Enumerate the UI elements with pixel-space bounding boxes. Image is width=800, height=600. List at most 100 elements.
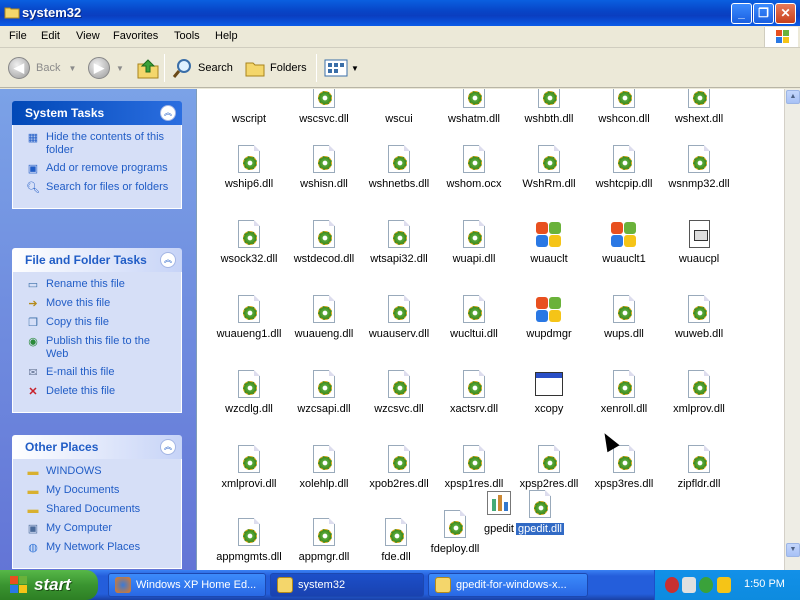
hide-contents-link[interactable]: ▦ Hide the contents of this folder [25, 131, 173, 157]
place-my-computer[interactable]: ▣ My Computer [25, 522, 173, 536]
file-item[interactable]: wsnmp32.dll [659, 144, 739, 190]
folders-button[interactable]: Folders [244, 56, 307, 80]
file-item[interactable]: wuauserv.dll [359, 294, 439, 340]
email-link[interactable]: ✉ E-mail this file [25, 366, 173, 380]
dll-file-icon [233, 144, 265, 176]
file-item[interactable]: xenroll.dll [584, 369, 664, 415]
file-item[interactable]: wshom.ocx [434, 144, 514, 190]
file-item[interactable]: xpsp3res.dll [584, 444, 664, 490]
file-tasks-panel: File and Folder Tasks ︽ ▭ Rename this fil… [12, 248, 182, 413]
file-item[interactable]: wuaueng1.dll [209, 294, 289, 340]
file-item[interactable]: wshnetbs.dll [359, 144, 439, 190]
windows-logo-icon [10, 576, 27, 593]
folder-icon [277, 577, 293, 593]
file-item[interactable]: xmlprovi.dll [209, 444, 289, 490]
search-button[interactable]: Search [172, 56, 233, 80]
back-button[interactable]: ◀ Back ▼ [8, 56, 76, 80]
menu-favorites[interactable]: Favorites [113, 30, 158, 42]
file-item[interactable]: xactsrv.dll [434, 369, 514, 415]
taskbar-item-browser[interactable]: Windows XP Home Ed... [108, 573, 266, 597]
place-my-network[interactable]: ◍ My Network Places [25, 541, 173, 555]
place-my-documents[interactable]: ▬ My Documents [25, 484, 173, 498]
dll-file-icon [233, 369, 265, 401]
publish-link[interactable]: ◉ Publish this file to the Web [25, 335, 173, 361]
views-button[interactable]: ▼ [324, 56, 359, 80]
network-tray-icon[interactable] [682, 577, 696, 593]
antivirus-icon[interactable] [699, 577, 713, 593]
security-shield-icon[interactable] [665, 577, 679, 593]
collapse-icon[interactable]: ︽ [160, 105, 176, 121]
file-item[interactable]: xolehlp.dll [284, 444, 364, 490]
menu-help[interactable]: Help [215, 30, 238, 42]
delete-link[interactable]: ✕ Delete this file [25, 385, 173, 399]
file-item[interactable]: xmlprov.dll [659, 369, 739, 415]
file-item[interactable]: wtsapi32.dll [359, 219, 439, 265]
file-item[interactable]: wshisn.dll [284, 144, 364, 190]
file-item[interactable]: wstdecod.dll [284, 219, 364, 265]
vertical-scrollbar[interactable]: ▲ ▼ [784, 89, 800, 570]
file-item[interactable]: wuapi.dll [434, 219, 514, 265]
menu-edit[interactable]: Edit [41, 30, 60, 42]
link-label: Move this file [46, 297, 111, 309]
maximize-button[interactable]: ❐ [753, 3, 774, 24]
file-item[interactable]: xpob2res.dll [359, 444, 439, 490]
file-item[interactable]: wsock32.dll [209, 219, 289, 265]
file-item[interactable]: wzcdlg.dll [209, 369, 289, 415]
menu-view[interactable]: View [76, 30, 100, 42]
dll-file-icon [233, 444, 265, 476]
file-item[interactable]: wuweb.dll [659, 294, 739, 340]
close-button[interactable]: ✕ [775, 3, 796, 24]
file-item[interactable]: wuauclt [509, 219, 589, 265]
file-item[interactable]: xcopy [509, 369, 589, 415]
file-item[interactable]: xpsp2res.dll [509, 444, 589, 490]
file-item[interactable]: appmgmts.dll [209, 517, 289, 563]
copy-link[interactable]: ❐ Copy this file [25, 316, 173, 330]
file-item[interactable]: wscsvc.dll [284, 89, 364, 125]
update-icon[interactable] [717, 577, 731, 593]
place-windows[interactable]: ▬ WINDOWS [25, 465, 173, 479]
file-item[interactable]: wscript [209, 89, 289, 125]
file-item[interactable]: wuaucpl [659, 219, 739, 265]
file-item[interactable]: gpedit.dll [500, 489, 580, 535]
system-tasks-header[interactable]: System Tasks ︽ [12, 101, 182, 125]
file-item[interactable]: wzcsvc.dll [359, 369, 439, 415]
file-item[interactable]: WshRm.dll [509, 144, 589, 190]
file-item[interactable]: wshbth.dll [509, 89, 589, 125]
file-item[interactable]: wshtcpip.dll [584, 144, 664, 190]
file-tasks-header[interactable]: File and Folder Tasks ︽ [12, 248, 182, 272]
taskbar-item-system32[interactable]: system32 [270, 573, 424, 597]
scroll-down-icon[interactable]: ▼ [786, 543, 800, 557]
console-app-icon [533, 369, 565, 401]
file-item[interactable]: wucltui.dll [434, 294, 514, 340]
file-item[interactable]: wupdmgr [509, 294, 589, 340]
forward-button[interactable]: ▶ ▼ [88, 56, 124, 80]
rename-link[interactable]: ▭ Rename this file [25, 278, 173, 292]
file-item[interactable]: wship6.dll [209, 144, 289, 190]
file-item[interactable]: wscui [359, 89, 439, 125]
collapse-icon[interactable]: ︽ [160, 439, 176, 455]
place-shared-documents[interactable]: ▬ Shared Documents [25, 503, 173, 517]
file-item[interactable]: wuauclt1 [584, 219, 664, 265]
file-item[interactable]: wuaueng.dll [284, 294, 364, 340]
menu-file[interactable]: File [9, 30, 27, 42]
menu-tools[interactable]: Tools [174, 30, 200, 42]
minimize-button[interactable]: _ [731, 3, 752, 24]
taskbar-item-gpedit[interactable]: gpedit-for-windows-x... [428, 573, 588, 597]
file-item[interactable]: appmgr.dll [284, 517, 364, 563]
scroll-up-icon[interactable]: ▲ [786, 90, 800, 104]
file-item[interactable]: zipfldr.dll [659, 444, 739, 490]
file-item[interactable]: wshcon.dll [584, 89, 664, 125]
up-folder-button[interactable] [136, 56, 160, 80]
start-button[interactable]: start [0, 570, 98, 600]
file-item[interactable]: wshatm.dll [434, 89, 514, 125]
file-item[interactable]: wzcsapi.dll [284, 369, 364, 415]
collapse-icon[interactable]: ︽ [160, 252, 176, 268]
file-item[interactable]: wups.dll [584, 294, 664, 340]
add-remove-programs-link[interactable]: ▣ Add or remove programs [25, 162, 173, 176]
file-item[interactable]: xpsp1res.dll [434, 444, 514, 490]
chevron-down-icon: ▼ [116, 63, 124, 73]
move-link[interactable]: ➔ Move this file [25, 297, 173, 311]
search-files-link[interactable]: 🔍︎ Search for files or folders [25, 181, 173, 195]
file-item[interactable]: wshext.dll [659, 89, 739, 125]
other-places-header[interactable]: Other Places ︽ [12, 435, 182, 459]
